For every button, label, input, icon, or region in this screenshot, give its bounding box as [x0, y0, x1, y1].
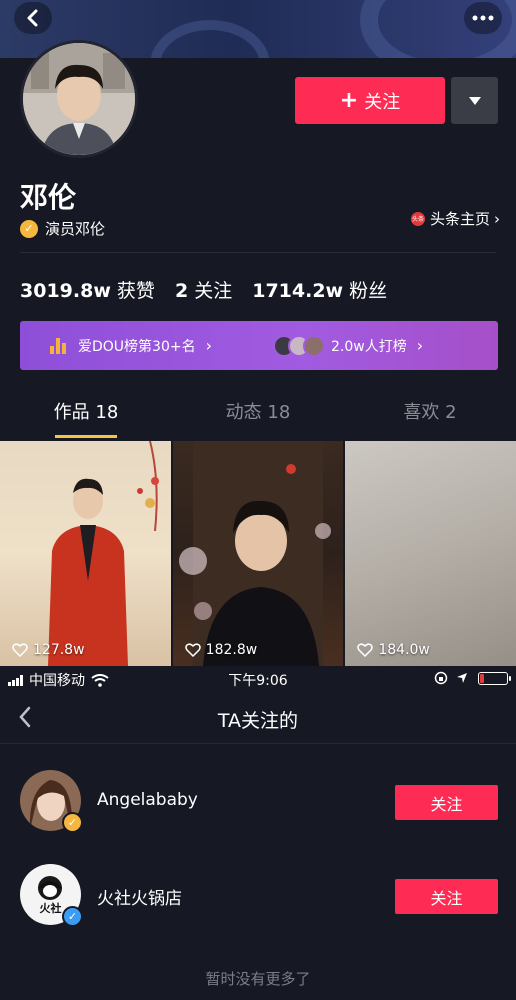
tab-moments[interactable]: 动态 18 — [172, 398, 344, 440]
stat-value: 3019.8w — [20, 280, 111, 302]
toutiao-link[interactable]: 头条 头条主页 › — [410, 208, 500, 229]
following-screen: 中国移动 下午9:06 TA关注的 ✓ Angelababy 关注 火社 ✓ 火… — [0, 666, 516, 1000]
user-name[interactable]: Angelababy — [97, 790, 198, 810]
avatar[interactable]: 火社 ✓ — [20, 864, 83, 927]
location-icon — [457, 673, 467, 683]
support-text: 2.0w人打榜 — [331, 338, 407, 355]
verified-badge-icon: ✓ — [62, 906, 83, 927]
divider — [20, 252, 496, 253]
tab-likes[interactable]: 喜欢 2 — [344, 398, 516, 440]
video-likes: 127.8w — [12, 642, 85, 658]
stat-likes[interactable]: 3019.8w 获赞 — [20, 276, 155, 303]
video-preview-image — [178, 441, 331, 666]
follow-user-button[interactable]: 关注 — [395, 785, 498, 820]
rank-text: 爱DOU榜第30+名 — [78, 338, 196, 355]
nav-bar: TA关注的 — [0, 692, 516, 744]
verified-badge-icon: ✓ — [62, 812, 83, 833]
video-likes: 184.0w — [357, 642, 430, 658]
stat-label: 关注 — [194, 280, 233, 302]
stats-row: 3019.8w 获赞 2 关注 1714.2w 粉丝 — [20, 276, 407, 303]
profile-name: 邓伦 — [20, 181, 77, 214]
video-grid: 127.8w 182.8w 184.0w — [0, 441, 516, 666]
stat-following[interactable]: 2 关注 — [175, 276, 232, 303]
stat-value: 2 — [174, 280, 189, 302]
battery-icon — [478, 671, 511, 685]
stat-value: 1714.2w — [252, 280, 344, 302]
stat-label: 获赞 — [116, 280, 155, 302]
supporter-avatars — [273, 334, 325, 357]
heart-icon — [184, 643, 201, 657]
likes-count: 184.0w — [378, 642, 430, 658]
more-dots-icon — [472, 15, 494, 21]
video-thumbnail[interactable]: 182.8w — [172, 441, 344, 666]
verified-label: 演员邓伦 — [45, 220, 106, 238]
status-right — [434, 671, 511, 685]
verified-badge-icon: ✓ — [20, 219, 38, 238]
bar-chart-icon — [50, 337, 68, 354]
user-name[interactable]: 火社火锅店 — [97, 884, 182, 909]
list-item[interactable]: ✓ Angelababy 关注 — [0, 770, 516, 833]
chevron-right-icon: › — [205, 336, 212, 355]
profile-tabs: 作品 18 动态 18 喜欢 2 — [0, 398, 516, 440]
recommend-dropdown-button[interactable] — [451, 77, 498, 124]
verification-row: ✓ 演员邓伦 — [20, 218, 105, 239]
toutiao-link-label: 头条主页 — [429, 210, 490, 228]
follow-button-label: 关注 — [364, 91, 401, 113]
plus-icon: + — [339, 88, 359, 113]
video-thumbnail[interactable]: 127.8w — [0, 441, 171, 666]
heart-icon — [357, 643, 374, 657]
heart-icon — [12, 643, 28, 657]
idol-rank-banner[interactable]: 爱DOU榜第30+名 › 2.0w人打榜 › — [20, 321, 498, 370]
stat-label: 粉丝 — [349, 280, 388, 302]
more-options-button[interactable] — [464, 2, 502, 34]
triangle-down-icon — [468, 96, 481, 105]
video-likes: 182.8w — [184, 642, 258, 658]
video-preview-image — [48, 441, 159, 666]
follow-user-button[interactable]: 关注 — [395, 879, 498, 914]
toutiao-icon: 头条 — [410, 211, 425, 226]
profile-screen: + 关注 邓伦 ✓ 演员邓伦 头条 头条主页 › 3019.8w 获赞 2 关注… — [0, 0, 516, 666]
avatar-photo — [23, 43, 135, 155]
tab-works[interactable]: 作品 18 — [0, 398, 172, 440]
video-thumbnail[interactable]: 184.0w — [345, 441, 516, 666]
avatar[interactable]: ✓ — [20, 770, 83, 833]
page-title: TA关注的 — [217, 710, 299, 732]
list-end-message: 暂时没有更多了 — [205, 970, 311, 988]
chevron-right-icon: › — [494, 209, 500, 228]
chevron-left-icon — [27, 9, 38, 27]
status-bar: 中国移动 下午9:06 — [0, 666, 516, 692]
profile-avatar[interactable] — [20, 40, 138, 158]
likes-count: 127.8w — [33, 642, 85, 658]
list-item[interactable]: 火社 ✓ 火社火锅店 关注 — [0, 864, 516, 927]
orientation-lock-icon — [434, 671, 448, 685]
chevron-right-icon: › — [416, 336, 424, 355]
stat-followers[interactable]: 1714.2w 粉丝 — [252, 276, 387, 303]
likes-count: 182.8w — [205, 642, 258, 658]
follow-button[interactable]: + 关注 — [295, 77, 445, 124]
back-button[interactable] — [14, 2, 52, 34]
